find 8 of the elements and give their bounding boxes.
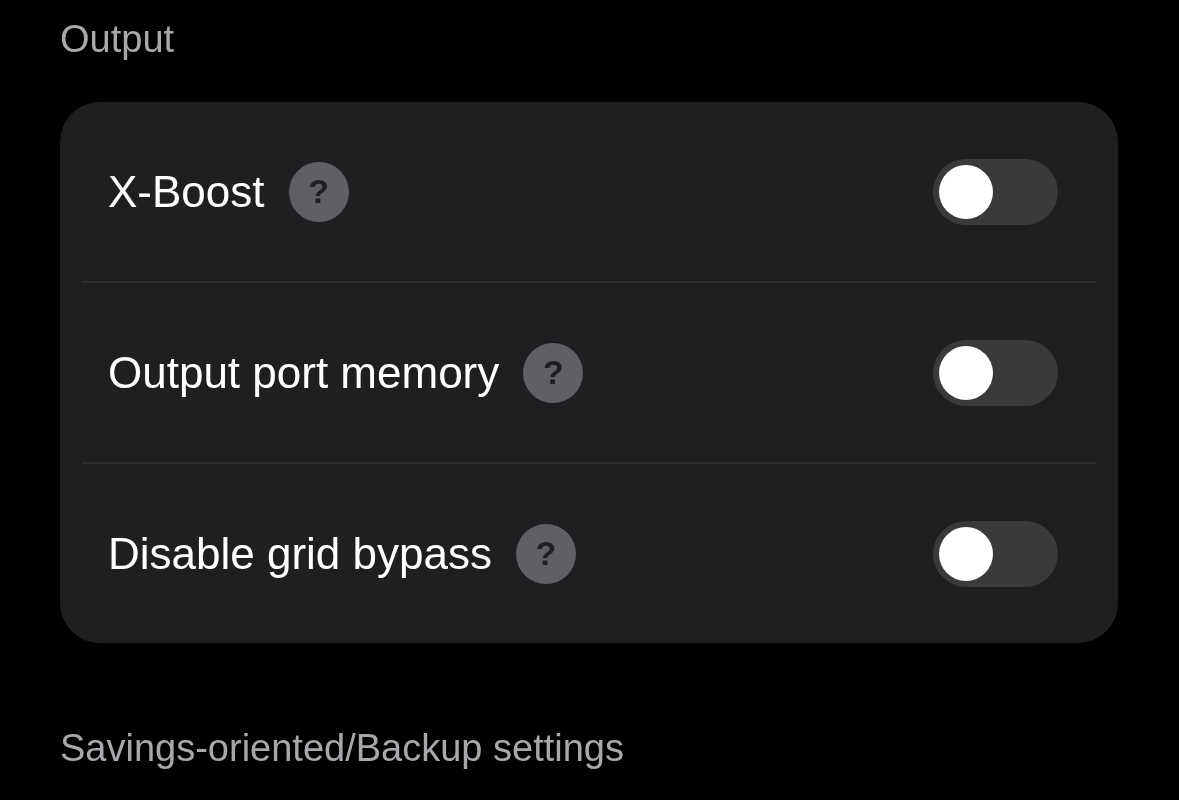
setting-label: Disable grid bypass xyxy=(108,528,492,579)
help-icon[interactable]: ? xyxy=(288,161,349,222)
help-icon[interactable]: ? xyxy=(523,342,584,403)
section-heading: Output xyxy=(60,17,176,62)
section-heading: Savings-oriented/Backup settings xyxy=(60,726,625,771)
setting-label: Output port memory xyxy=(108,347,500,398)
help-icon[interactable]: ? xyxy=(515,523,576,584)
setting-label: X-Boost xyxy=(108,166,265,217)
